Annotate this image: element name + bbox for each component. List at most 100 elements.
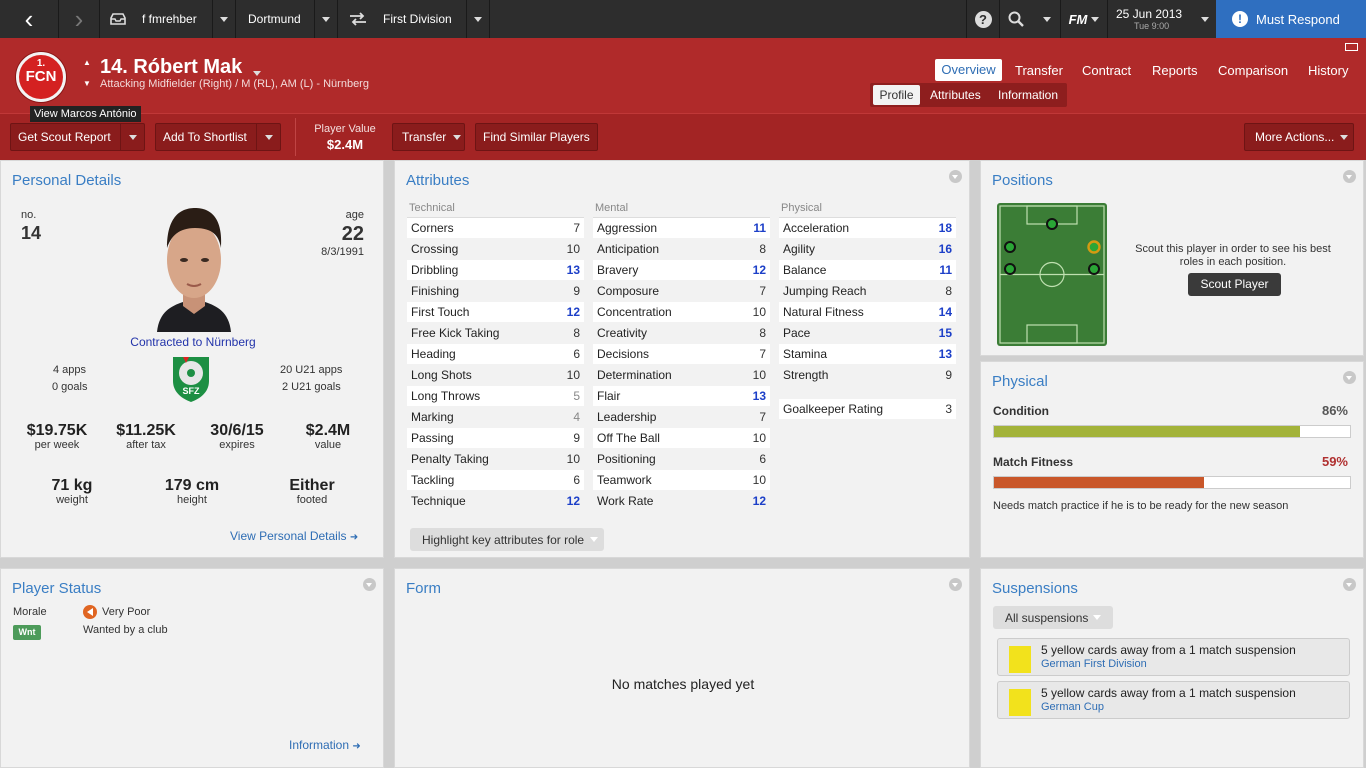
suspension-competition[interactable]: German First Division [1041, 658, 1147, 670]
attribute-row[interactable]: Technique 12 [407, 491, 584, 511]
attribute-row[interactable]: Dribbling 13 [407, 260, 584, 280]
panel-menu-icon[interactable] [1343, 170, 1356, 183]
attribute-row[interactable]: Concentration 10 [593, 302, 770, 322]
attribute-row[interactable]: Acceleration 18 [779, 218, 956, 238]
back-button[interactable]: ‹ [0, 0, 58, 38]
player-name-dropdown[interactable] [253, 65, 261, 79]
scout-report-label: Get Scout Report [18, 130, 111, 144]
more-actions-button[interactable]: More Actions... [1244, 123, 1354, 151]
scout-player-button[interactable]: Scout Player [1188, 273, 1281, 296]
suspension-competition[interactable]: German Cup [1041, 701, 1104, 713]
attribute-row[interactable]: Leadership 7 [593, 407, 770, 427]
subtab-information[interactable]: Information [998, 88, 1058, 102]
search-dropdown[interactable] [1034, 0, 1060, 38]
competition-name: First Division [383, 12, 452, 26]
attribute-row[interactable]: Pace 15 [779, 323, 956, 343]
add-to-shortlist-button[interactable]: Add To Shortlist [155, 123, 281, 151]
attribute-row[interactable]: Passing 9 [407, 428, 584, 448]
attr-value: 8 [945, 284, 952, 298]
attribute-row[interactable]: Corners 7 [407, 218, 584, 238]
tab-overview[interactable]: Overview [935, 59, 1002, 81]
panel-menu-icon[interactable] [363, 578, 376, 591]
yellow-card-icon [1009, 646, 1031, 673]
attribute-row[interactable]: Finishing 9 [407, 281, 584, 301]
club-badge[interactable]: 1. FCN [16, 52, 66, 102]
attr-name: Technique [411, 494, 466, 508]
attribute-row[interactable]: Heading 6 [407, 344, 584, 364]
attribute-row[interactable]: Penalty Taking 10 [407, 449, 584, 469]
attribute-row[interactable]: First Touch 12 [407, 302, 584, 322]
competition-dropdown[interactable] [467, 0, 489, 38]
help-button[interactable]: ? [967, 0, 999, 38]
attribute-row[interactable]: Natural Fitness 14 [779, 302, 956, 322]
competition-button[interactable]: First Division [338, 0, 466, 38]
attribute-row[interactable]: Strength 9 [779, 365, 956, 385]
search-button[interactable] [1000, 0, 1032, 38]
scout-report-dropdown[interactable] [120, 124, 144, 150]
attribute-row[interactable]: Anticipation 8 [593, 239, 770, 259]
attribute-row[interactable]: Free Kick Taking 8 [407, 323, 584, 343]
attribute-row[interactable]: Positioning 6 [593, 449, 770, 469]
forward-button[interactable]: › [59, 0, 99, 38]
attribute-row[interactable]: Stamina 13 [779, 344, 956, 364]
club-dropdown[interactable] [315, 0, 337, 38]
chevron-down-icon [1340, 134, 1349, 140]
player-name[interactable]: 14. Róbert Mak [100, 56, 242, 79]
shortlist-dropdown[interactable] [256, 124, 280, 150]
window-icon[interactable] [1345, 43, 1358, 51]
attribute-row[interactable]: Decisions 7 [593, 344, 770, 364]
find-similar-players-button[interactable]: Find Similar Players [475, 123, 598, 151]
attribute-row[interactable]: Creativity 8 [593, 323, 770, 343]
attr-name: Dribbling [411, 263, 459, 277]
tab-contract[interactable]: Contract [1082, 63, 1131, 78]
tab-transfer[interactable]: Transfer [1015, 63, 1063, 78]
attribute-row[interactable]: Long Throws 5 [407, 386, 584, 406]
transfer-button[interactable]: Transfer [392, 123, 465, 151]
attribute-row[interactable]: Bravery 12 [593, 260, 770, 280]
attribute-row[interactable]: Tackling 6 [407, 470, 584, 490]
panel-menu-icon[interactable] [949, 578, 962, 591]
highlight-attributes-button[interactable]: Highlight key attributes for role [410, 528, 604, 551]
scout-report-button[interactable]: Get Scout Report [10, 123, 145, 151]
attribute-row[interactable]: Jumping Reach 8 [779, 281, 956, 301]
attribute-row[interactable]: Off The Ball 10 [593, 428, 770, 448]
contract-link[interactable]: Contracted to Nürnberg [1, 335, 385, 349]
continue-button[interactable]: ! Must Respond [1216, 0, 1366, 38]
attribute-row[interactable]: Work Rate 12 [593, 491, 770, 511]
attribute-row[interactable]: Long Shots 10 [407, 365, 584, 385]
manager-dropdown[interactable] [213, 0, 235, 38]
player-status-panel: Player Status Morale Very Poor Wnt Wante… [0, 568, 384, 768]
value-label: value [314, 439, 342, 451]
attribute-row[interactable]: Flair 13 [593, 386, 770, 406]
manager-menu[interactable]: f fmrehber [100, 0, 212, 38]
nation-badge-text: SFZ [182, 386, 200, 396]
suspensions-filter-dropdown[interactable]: All suspensions [993, 606, 1113, 629]
suspension-item[interactable]: 5 yellow cards away from a 1 match suspe… [997, 638, 1350, 676]
panel-menu-icon[interactable] [949, 170, 962, 183]
next-player-arrow[interactable]: ▼ [83, 79, 91, 88]
attribute-row[interactable]: Determination 10 [593, 365, 770, 385]
date-dropdown[interactable] [1194, 0, 1216, 38]
panel-menu-icon[interactable] [1343, 578, 1356, 591]
attribute-row[interactable]: Marking 4 [407, 407, 584, 427]
subtab-attributes[interactable]: Attributes [930, 88, 981, 102]
attr-value: 7 [759, 347, 766, 361]
attribute-row[interactable]: Composure 7 [593, 281, 770, 301]
subtab-profile[interactable]: Profile [873, 85, 920, 105]
attribute-row[interactable]: Teamwork 10 [593, 470, 770, 490]
club-button[interactable]: Dortmund [236, 0, 314, 38]
nation-badge[interactable]: SFZ [171, 353, 211, 403]
tab-comparison[interactable]: Comparison [1218, 63, 1288, 78]
panel-menu-icon[interactable] [1343, 371, 1356, 384]
information-link[interactable]: Information ➜ [289, 738, 361, 752]
view-personal-details-link[interactable]: View Personal Details ➜ [230, 529, 358, 543]
attribute-row[interactable]: Agility 16 [779, 239, 956, 259]
fm-menu[interactable]: FM [1061, 0, 1107, 38]
prev-player-arrow[interactable]: ▲ [83, 58, 91, 67]
suspension-item[interactable]: 5 yellow cards away from a 1 match suspe… [997, 681, 1350, 719]
attribute-row[interactable]: Crossing 10 [407, 239, 584, 259]
attribute-row[interactable]: Balance 11 [779, 260, 956, 280]
tab-history[interactable]: History [1308, 63, 1348, 78]
attribute-row[interactable]: Aggression 11 [593, 218, 770, 238]
tab-reports[interactable]: Reports [1152, 63, 1198, 78]
